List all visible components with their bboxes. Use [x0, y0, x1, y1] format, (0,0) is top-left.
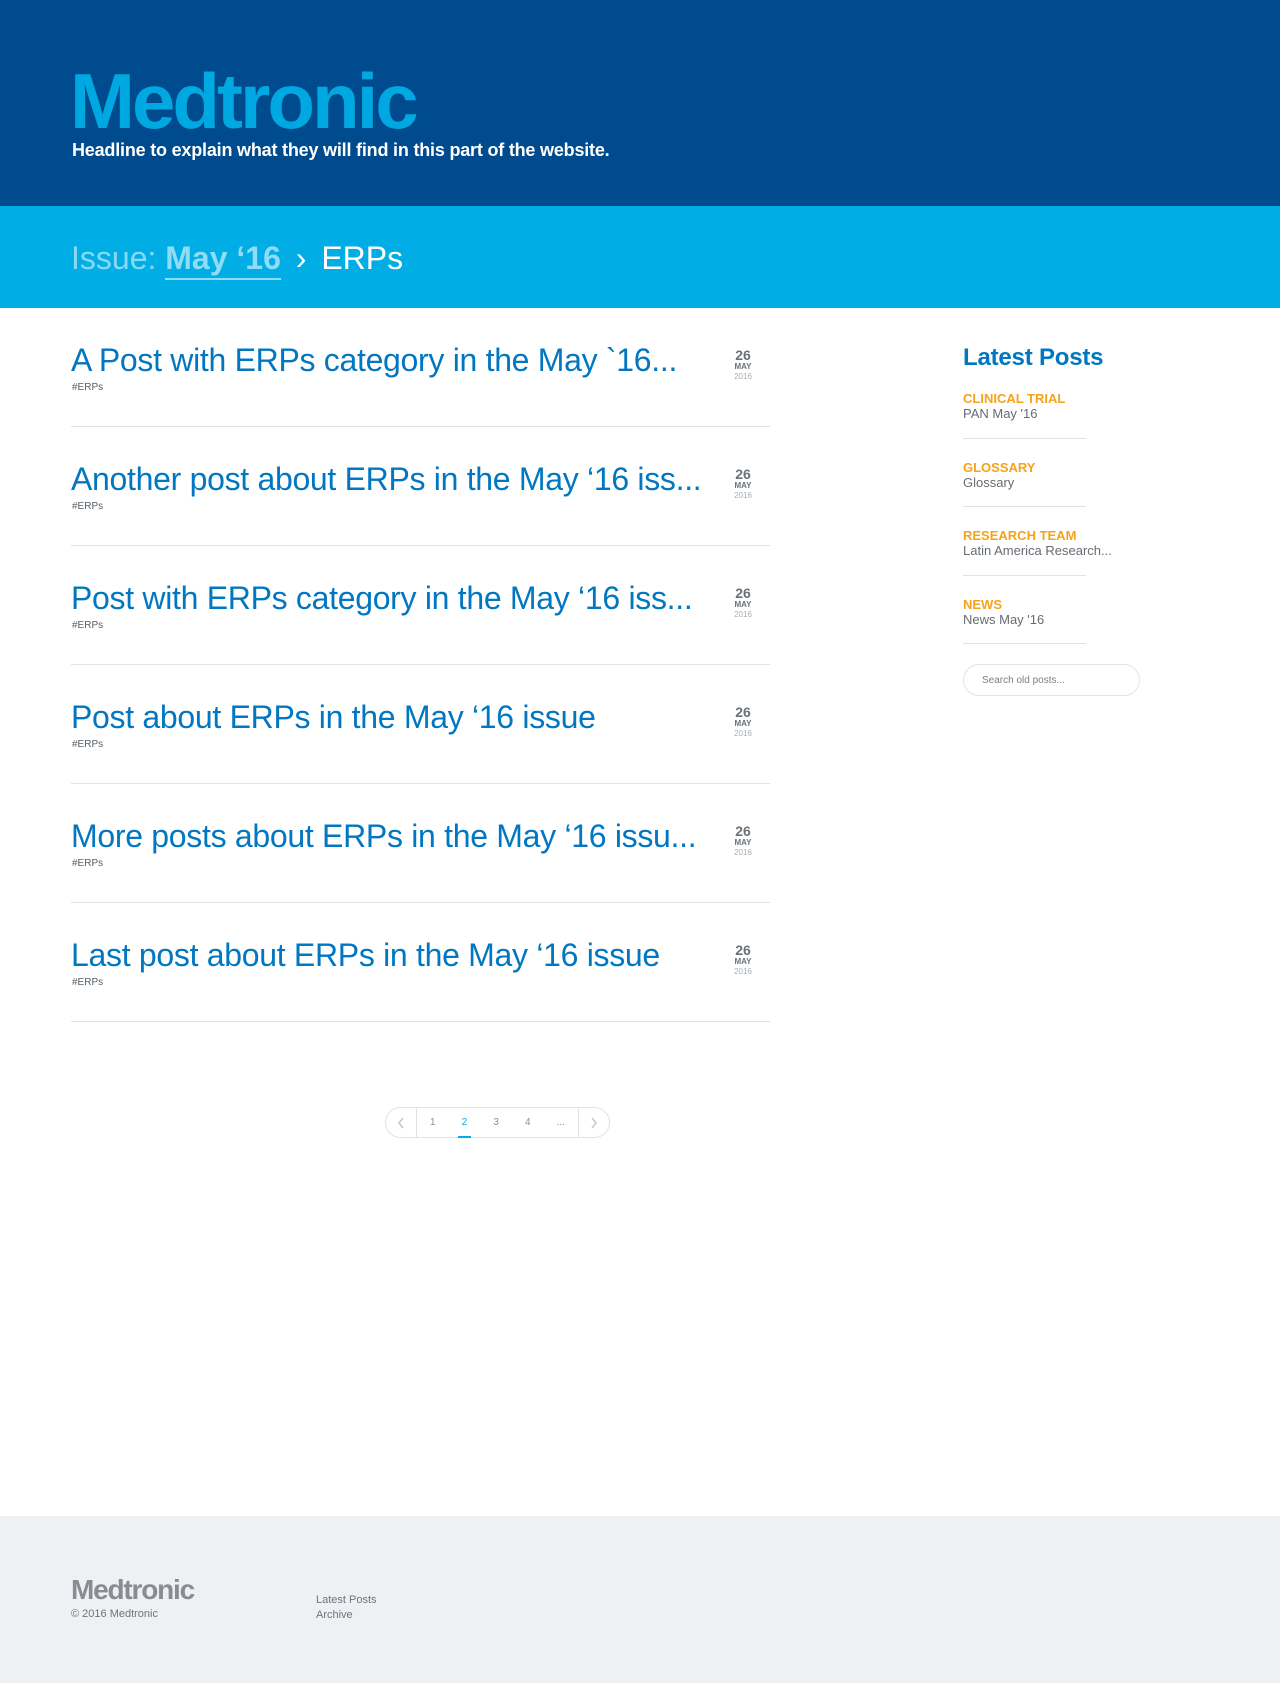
post-date: 26 MAY 2016 — [728, 943, 758, 976]
post-date-year: 2016 — [734, 848, 752, 857]
footer-copyright: © 2016 Medtronic — [71, 1608, 158, 1620]
header-tagline: Headline to explain what they will find … — [72, 140, 610, 160]
latest-post-item[interactable]: NEWS News May '16 — [963, 596, 1086, 645]
breadcrumb-separator-icon: › — [295, 240, 307, 276]
post-tag[interactable]: #ERPs — [72, 977, 103, 988]
post-date-year: 2016 — [734, 491, 752, 500]
post-item[interactable]: Post about ERPs in the May ‘16 issue #ER… — [71, 665, 770, 784]
footer-link-archive[interactable]: Archive — [316, 1608, 377, 1623]
post-title[interactable]: More posts about ERPs in the May ‘16 iss… — [71, 818, 697, 855]
post-tag[interactable]: #ERPs — [72, 620, 103, 631]
latest-post-name[interactable]: Glossary — [963, 475, 1086, 490]
breadcrumb-current: ERPs — [321, 240, 404, 276]
sidebar: Latest Posts CLINICAL TRIAL PAN May '16 … — [963, 344, 1163, 666]
breadcrumb-issue-link[interactable]: May ‘16 — [165, 240, 281, 280]
pagination: 1 2 3 4 ... — [385, 1107, 610, 1138]
post-date: 26 MAY 2016 — [728, 467, 758, 500]
post-title[interactable]: Post with ERPs category in the May ‘16 i… — [71, 580, 693, 617]
post-date-year: 2016 — [734, 610, 752, 619]
page-numbers: 1 2 3 4 ... — [417, 1108, 578, 1138]
latest-post-name[interactable]: Latin America Research... — [963, 544, 1112, 559]
breadcrumb: Issue: May ‘16 › ERPs — [71, 240, 404, 280]
latest-post-item[interactable]: GLOSSARY Glossary — [963, 459, 1086, 508]
post-list: A Post with ERPs category in the May `16… — [71, 308, 770, 1022]
chevron-right-icon — [591, 1117, 597, 1128]
sidebar-title: Latest Posts — [963, 344, 1104, 371]
post-item[interactable]: Last post about ERPs in the May ‘16 issu… — [71, 903, 770, 1022]
post-item[interactable]: More posts about ERPs in the May ‘16 iss… — [71, 784, 770, 903]
site-header: Medtronic Headline to explain what they … — [0, 0, 1280, 206]
medtronic-logo[interactable]: Medtronic — [70, 62, 419, 140]
post-date: 26 MAY 2016 — [728, 586, 758, 619]
post-date-day: 26 — [735, 466, 751, 482]
post-date-day: 26 — [735, 585, 751, 601]
next-page-button[interactable] — [578, 1108, 609, 1137]
post-title[interactable]: Another post about ERPs in the May ‘16 i… — [71, 461, 702, 498]
footer-logo[interactable]: Medtronic — [71, 1576, 195, 1604]
post-date-month: MAY — [734, 957, 752, 966]
post-date-day: 26 — [735, 347, 751, 363]
latest-post-name[interactable]: PAN May '16 — [963, 406, 1086, 421]
post-date: 26 MAY 2016 — [728, 705, 758, 738]
post-item[interactable]: Post with ERPs category in the May ‘16 i… — [71, 546, 770, 665]
post-date-year: 2016 — [734, 372, 752, 381]
footer-link-latest-posts[interactable]: Latest Posts — [316, 1593, 377, 1608]
latest-post-item[interactable]: CLINICAL TRIAL PAN May '16 — [963, 391, 1086, 439]
post-date: 26 MAY 2016 — [728, 348, 758, 381]
prev-page-button[interactable] — [386, 1108, 417, 1137]
chevron-left-icon — [398, 1117, 404, 1128]
post-date-month: MAY — [734, 362, 752, 371]
search-input[interactable] — [963, 664, 1140, 696]
breadcrumb-bar: Issue: May ‘16 › ERPs — [0, 206, 1280, 308]
page-link-2-active[interactable]: 2 — [457, 1108, 472, 1138]
post-date-year: 2016 — [734, 967, 752, 976]
post-tag[interactable]: #ERPs — [72, 739, 103, 750]
page-link-1[interactable]: 1 — [426, 1108, 440, 1137]
page-link-ellipsis[interactable]: ... — [553, 1108, 569, 1137]
post-item[interactable]: Another post about ERPs in the May ‘16 i… — [71, 427, 770, 546]
post-tag[interactable]: #ERPs — [72, 501, 103, 512]
latest-post-category: NEWS — [963, 596, 1002, 612]
post-date-day: 26 — [735, 704, 751, 720]
post-date: 26 MAY 2016 — [728, 824, 758, 857]
post-title[interactable]: Post about ERPs in the May ‘16 issue — [71, 699, 596, 736]
page-link-3[interactable]: 3 — [489, 1108, 503, 1137]
post-date-month: MAY — [734, 838, 752, 847]
latest-post-item[interactable]: RESEARCH TEAM Latin America Research... — [963, 528, 1112, 576]
post-date-day: 26 — [735, 942, 751, 958]
page-link-4[interactable]: 4 — [521, 1108, 535, 1137]
latest-post-category: RESEARCH TEAM — [963, 528, 1077, 544]
latest-post-name[interactable]: News May '16 — [963, 612, 1086, 627]
post-date-year: 2016 — [734, 729, 752, 738]
post-item[interactable]: A Post with ERPs category in the May `16… — [71, 308, 770, 427]
post-tag[interactable]: #ERPs — [72, 382, 103, 393]
post-date-day: 26 — [735, 823, 751, 839]
post-date-month: MAY — [734, 719, 752, 728]
latest-post-category: CLINICAL TRIAL — [963, 391, 1066, 406]
latest-post-category: GLOSSARY — [963, 459, 1036, 475]
post-tag[interactable]: #ERPs — [72, 858, 103, 869]
post-date-month: MAY — [734, 481, 752, 490]
post-date-month: MAY — [734, 600, 752, 609]
breadcrumb-label: Issue: — [71, 240, 157, 276]
footer-links: Latest Posts Archive — [316, 1593, 377, 1623]
post-title[interactable]: A Post with ERPs category in the May `16… — [71, 342, 677, 379]
site-footer: Medtronic © 2016 Medtronic Latest Posts … — [0, 1516, 1280, 1683]
post-title[interactable]: Last post about ERPs in the May ‘16 issu… — [71, 937, 660, 974]
